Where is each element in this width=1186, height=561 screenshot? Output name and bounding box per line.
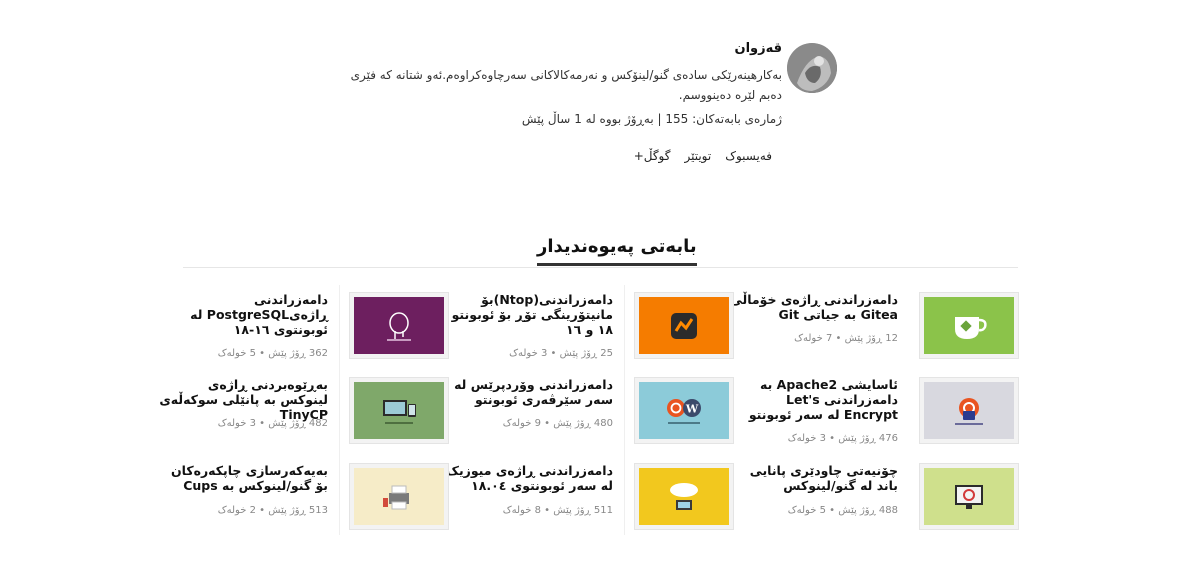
related-post-card[interactable]: بەیەکەرسازی چاپکەرەکان بۆ گنو/لینوکس بە … xyxy=(168,463,448,544)
ubuntu-wordpress-icon: W xyxy=(667,398,701,424)
post-thumbnail[interactable] xyxy=(350,293,448,358)
post-thumbnail[interactable] xyxy=(635,293,733,358)
author-avatar[interactable] xyxy=(787,43,837,93)
post-thumbnail[interactable]: W xyxy=(635,378,733,443)
related-posts-heading: بابەتی پەیوەندیدار xyxy=(537,236,697,266)
postgresql-elephant-icon xyxy=(387,311,411,341)
post-meta: 488 ڕۆژ پێش • 5 خولەک xyxy=(787,505,898,516)
author-bio: بەکارهینەرێکی سادەی گنو/لینۆکس و نەرمەکا… xyxy=(350,68,782,102)
related-post-card[interactable]: دامەزراندنی ڕاژەی میوزیک لە سەر ئوبونتوی… xyxy=(446,463,733,544)
author-stats: ژمارەی بابەتەکان: 155 | بەڕۆژ بووە لە 1 … xyxy=(521,112,782,126)
svg-text:W: W xyxy=(685,402,699,415)
related-post-card[interactable]: بەڕێوەبردنی ڕاژەی لینوکس بە پانێلی سوکەڵ… xyxy=(159,377,448,458)
ntop-logo-icon xyxy=(671,312,697,339)
monitor-gauge-icon xyxy=(955,484,983,509)
social-links: فەیسبوک تویتێر گوگڵ+ xyxy=(634,149,772,163)
post-thumbnail[interactable] xyxy=(350,464,448,529)
post-title[interactable]: ئاسایشی Apache2 بە دامەزراندنی Let's Enc… xyxy=(728,377,898,422)
post-meta: 476 ڕۆژ پێش • 3 خولەک xyxy=(787,433,898,444)
related-post-card[interactable]: دامەزراندنی(Ntop)بۆ مانیتۆرینگی تۆڕ بۆ ئ… xyxy=(452,292,733,373)
devices-icon xyxy=(383,399,416,424)
post-title[interactable]: بەیەکەرسازی چاپکەرەکان بۆ گنو/لینوکس بە … xyxy=(158,463,328,493)
related-divider xyxy=(183,267,1018,268)
post-meta: 511 ڕۆژ پێش • 8 خولەک xyxy=(502,505,613,516)
post-meta: 362 ڕۆژ پێش • 5 خولەک xyxy=(217,348,328,359)
facebook-link[interactable]: فەیسبوک xyxy=(725,149,772,163)
twitter-link[interactable]: تویتێر xyxy=(684,149,711,163)
post-thumbnail[interactable] xyxy=(635,464,733,529)
avatar-image xyxy=(787,43,837,93)
post-thumbnail[interactable] xyxy=(920,464,1018,529)
author-name[interactable]: قەزوان xyxy=(734,41,782,56)
post-meta: 513 ڕۆژ پێش • 2 خولەک xyxy=(217,505,328,516)
gitea-cup-icon xyxy=(955,316,987,339)
music-server-icon xyxy=(670,482,698,510)
related-post-card[interactable]: W دامەزراندنی وۆردپرێس لە سەر سێرڤەری ئو… xyxy=(453,377,733,458)
post-meta: 482 ڕۆژ پێش • 3 خولەک xyxy=(217,418,328,429)
post-thumbnail[interactable] xyxy=(920,293,1018,358)
post-title[interactable]: دامەزراندنی ڕاژەیPostgreSQL لە ئوبونتوی … xyxy=(158,292,328,337)
post-title[interactable]: بەڕێوەبردنی ڕاژەی لینوکس بە پانێلی سوکەڵ… xyxy=(158,377,328,422)
post-meta: 12 ڕۆژ پێش • 7 خولەک xyxy=(794,333,898,344)
ubuntu-lock-icon xyxy=(955,397,983,425)
printer-icon xyxy=(383,485,409,509)
related-post-card[interactable]: چۆنیەتی چاودێری پانایی باند لە گنو/لینوک… xyxy=(738,463,1018,544)
google-plus-link[interactable]: گوگڵ+ xyxy=(634,149,671,163)
post-title[interactable]: چۆنیەتی چاودێری پانایی باند لە گنو/لینوک… xyxy=(728,463,898,493)
post-meta: 480 ڕۆژ پێش • 9 خولەک xyxy=(502,418,613,429)
post-title[interactable]: دامەزراندنی وۆردپرێس لە سەر سێرڤەری ئوبو… xyxy=(443,377,613,407)
post-thumbnail[interactable] xyxy=(920,378,1018,443)
post-title[interactable]: دامەزراندنی ڕاژەی میوزیک لە سەر ئوبونتوی… xyxy=(443,463,613,493)
post-title[interactable]: دامەزراندنی ڕاژەی خۆماڵی Gitea بە جیاتی … xyxy=(728,292,898,322)
post-thumbnail[interactable] xyxy=(350,378,448,443)
related-post-card[interactable]: ئاسایشی Apache2 بە دامەزراندنی Let's Enc… xyxy=(738,377,1018,458)
author-box: قەزوان بەکارهینەرێکی سادەی گنو/لینۆکس و … xyxy=(330,38,840,168)
post-title[interactable]: دامەزراندنی(Ntop)بۆ مانیتۆرینگی تۆڕ بۆ ئ… xyxy=(443,292,613,337)
related-post-card[interactable]: دامەزراندنی ڕاژەی خۆماڵی Gitea بە جیاتی … xyxy=(730,292,1018,373)
post-meta: 25 ڕۆژ پێش • 3 خولەک xyxy=(509,348,613,359)
related-post-card[interactable]: دامەزراندنی ڕاژەیPostgreSQL لە ئوبونتوی … xyxy=(168,292,448,373)
